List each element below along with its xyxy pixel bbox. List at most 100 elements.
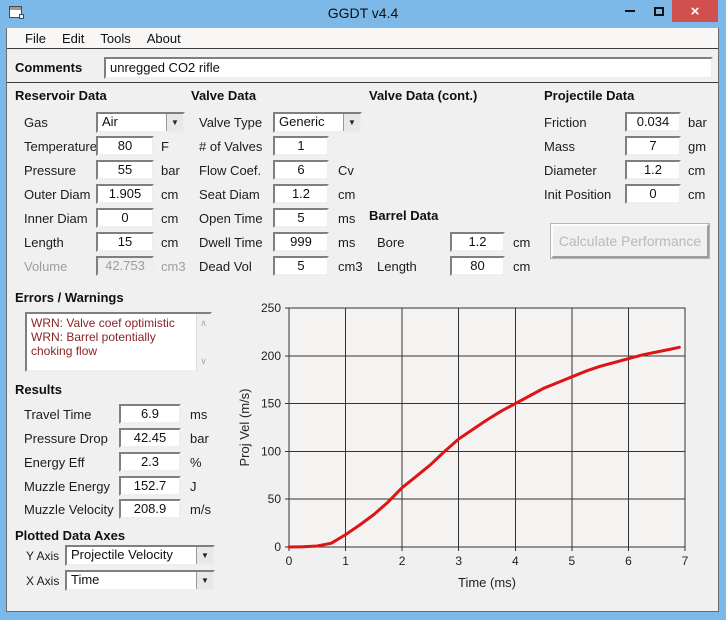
- svg-text:0: 0: [274, 540, 281, 554]
- open-time-input[interactable]: 5: [273, 208, 329, 228]
- dead-vol-label: Dead Vol: [199, 259, 252, 274]
- init-position-input[interactable]: 0: [625, 184, 681, 204]
- barrel-length-label: Length: [377, 259, 417, 274]
- gas-value: Air: [102, 114, 118, 129]
- svg-text:2: 2: [399, 554, 406, 568]
- travel-time-label: Travel Time: [24, 407, 91, 422]
- flow-coef-label: Flow Coef.: [199, 163, 261, 178]
- barrel-length-unit: cm: [513, 259, 530, 274]
- flow-coef-unit: Cv: [338, 163, 354, 178]
- comments-label: Comments: [15, 60, 82, 75]
- mass-input[interactable]: 7: [625, 136, 681, 156]
- menu-tools[interactable]: Tools: [92, 29, 138, 48]
- x-axis-value: Time: [71, 572, 99, 587]
- warning-line: WRN: Valve coef optimistic: [31, 316, 192, 330]
- dwell-time-unit: ms: [338, 235, 355, 250]
- menu-about[interactable]: About: [139, 29, 189, 48]
- temperature-unit: F: [161, 139, 169, 154]
- dropdown-arrow-icon: ▼: [166, 114, 183, 131]
- section-projectile-data: Projectile Data: [544, 88, 634, 103]
- svg-text:200: 200: [261, 349, 281, 363]
- flow-coef-input[interactable]: 6: [273, 160, 329, 180]
- muzzle-velocity-label: Muzzle Velocity: [24, 502, 114, 517]
- maximize-button[interactable]: [646, 0, 672, 22]
- section-valve-data-cont: Valve Data (cont.): [369, 88, 477, 103]
- pressure-unit: bar: [161, 163, 180, 178]
- init-position-unit: cm: [688, 187, 705, 202]
- section-valve-data: Valve Data: [191, 88, 256, 103]
- section-errors-warnings: Errors / Warnings: [15, 290, 124, 305]
- friction-label: Friction: [544, 115, 587, 130]
- num-valves-input[interactable]: 1: [273, 136, 329, 156]
- x-axis-select[interactable]: Time ▼: [65, 570, 215, 591]
- minimize-button[interactable]: [616, 0, 644, 22]
- calculate-performance-button[interactable]: Calculate Performance: [551, 224, 709, 258]
- inner-diam-unit: cm: [161, 211, 178, 226]
- friction-input[interactable]: 0.034: [625, 112, 681, 132]
- energy-eff-output: 2.3: [119, 452, 181, 472]
- seat-diam-label: Seat Diam: [199, 187, 260, 202]
- separator-line: [7, 82, 718, 83]
- diameter-input[interactable]: 1.2: [625, 160, 681, 180]
- seat-diam-unit: cm: [338, 187, 355, 202]
- valve-type-select[interactable]: Generic ▼: [273, 112, 362, 133]
- pressure-label: Pressure: [24, 163, 76, 178]
- open-time-unit: ms: [338, 211, 355, 226]
- energy-eff-label: Energy Eff: [24, 455, 84, 470]
- svg-text:5: 5: [569, 554, 576, 568]
- dwell-time-label: Dwell Time: [199, 235, 263, 250]
- volume-label: Volume: [24, 259, 67, 274]
- mass-label: Mass: [544, 139, 575, 154]
- muzzle-velocity-output: 208.9: [119, 499, 181, 519]
- reservoir-length-unit: cm: [161, 235, 178, 250]
- app-window: GGDT v4.4 × File Edit Tools About Commen…: [0, 0, 726, 620]
- y-axis-select[interactable]: Projectile Velocity▼: [65, 545, 215, 566]
- dead-vol-unit: cm3: [338, 259, 363, 274]
- valve-type-label: Valve Type: [199, 115, 262, 130]
- svg-text:7: 7: [682, 554, 689, 568]
- valve-type-value: Generic: [279, 114, 325, 129]
- pressure-drop-unit: bar: [190, 431, 209, 446]
- diameter-label: Diameter: [544, 163, 597, 178]
- section-results: Results: [15, 382, 62, 397]
- outer-diam-input[interactable]: 1.905: [96, 184, 154, 204]
- menu-file[interactable]: File: [17, 29, 54, 48]
- comments-input[interactable]: unregged CO2 rifle: [104, 57, 713, 79]
- scroll-down-icon[interactable]: ∨: [197, 354, 210, 368]
- dropdown-arrow-icon: ▼: [343, 114, 360, 131]
- barrel-length-input[interactable]: 80: [450, 256, 505, 276]
- svg-text:100: 100: [261, 444, 281, 458]
- inner-diam-label: Inner Diam: [24, 211, 88, 226]
- seat-diam-input[interactable]: 1.2: [273, 184, 329, 204]
- temperature-input[interactable]: 80: [96, 136, 154, 156]
- errors-warnings-box[interactable]: WRN: Valve coef optimistic WRN: Barrel p…: [25, 312, 212, 372]
- reservoir-length-label: Length: [24, 235, 64, 250]
- svg-text:4: 4: [512, 554, 519, 568]
- diameter-unit: cm: [688, 163, 705, 178]
- reservoir-length-input[interactable]: 15: [96, 232, 154, 252]
- svg-text:3: 3: [455, 554, 462, 568]
- section-plotted-data-axes: Plotted Data Axes: [15, 528, 125, 543]
- friction-unit: bar: [688, 115, 707, 130]
- dwell-time-input[interactable]: 999: [273, 232, 329, 252]
- minimize-icon: [625, 10, 635, 12]
- dead-vol-input[interactable]: 5: [273, 256, 329, 276]
- chart-svg: 01234567050100150200250Time (ms)Proj Vel…: [231, 295, 721, 611]
- scrollbar[interactable]: ∧∨: [196, 314, 210, 370]
- bore-input[interactable]: 1.2: [450, 232, 505, 252]
- gas-select[interactable]: Air ▼: [96, 112, 185, 133]
- svg-text:0: 0: [286, 554, 293, 568]
- muzzle-energy-output: 152.7: [119, 476, 181, 496]
- title-bar: GGDT v4.4 ×: [0, 0, 726, 28]
- pressure-input[interactable]: 55: [96, 160, 154, 180]
- y-axis-value: Projectile Velocity: [71, 547, 173, 562]
- svg-text:50: 50: [268, 492, 282, 506]
- inner-diam-input[interactable]: 0: [96, 208, 154, 228]
- scroll-up-icon[interactable]: ∧: [197, 316, 210, 330]
- close-button[interactable]: ×: [672, 0, 718, 22]
- menu-edit[interactable]: Edit: [54, 29, 92, 48]
- section-reservoir-data: Reservoir Data: [15, 88, 107, 103]
- dropdown-arrow-icon: ▼: [196, 572, 213, 589]
- gas-label: Gas: [24, 115, 48, 130]
- bore-label: Bore: [377, 235, 404, 250]
